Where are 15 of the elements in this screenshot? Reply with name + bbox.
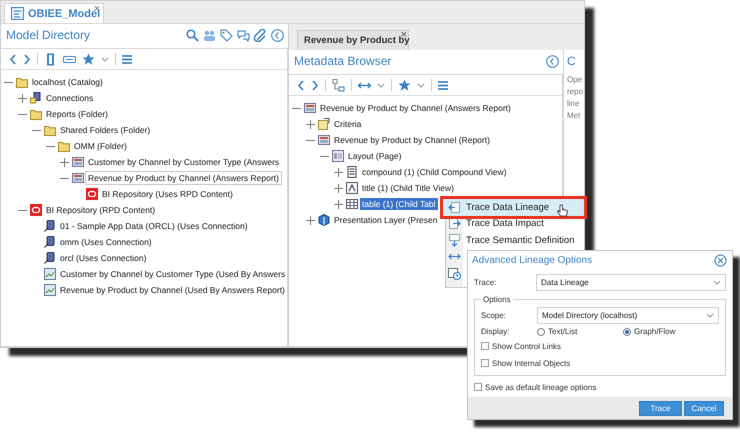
panel-title: Model Directory [6, 28, 90, 42]
field-label: Display: [481, 327, 510, 336]
checkbox-label: Show Control Links [492, 342, 561, 350]
panel-title: C [567, 53, 577, 70]
description-text: repo [567, 86, 584, 98]
panel-title: Metadata Browser [294, 54, 392, 68]
description-text: Ope [567, 74, 584, 86]
dialog-title: Advanced Lineage Options [472, 255, 592, 266]
field-label: Trace: [474, 278, 498, 287]
checkbox-label: Show Internal Objects [492, 358, 570, 368]
checkbox-label: Save as default lineage options [485, 382, 596, 392]
description-text: Met [567, 110, 582, 122]
field-label: Scope: [481, 311, 507, 320]
description-text: line [567, 98, 580, 110]
group-label: Options [482, 295, 512, 304]
